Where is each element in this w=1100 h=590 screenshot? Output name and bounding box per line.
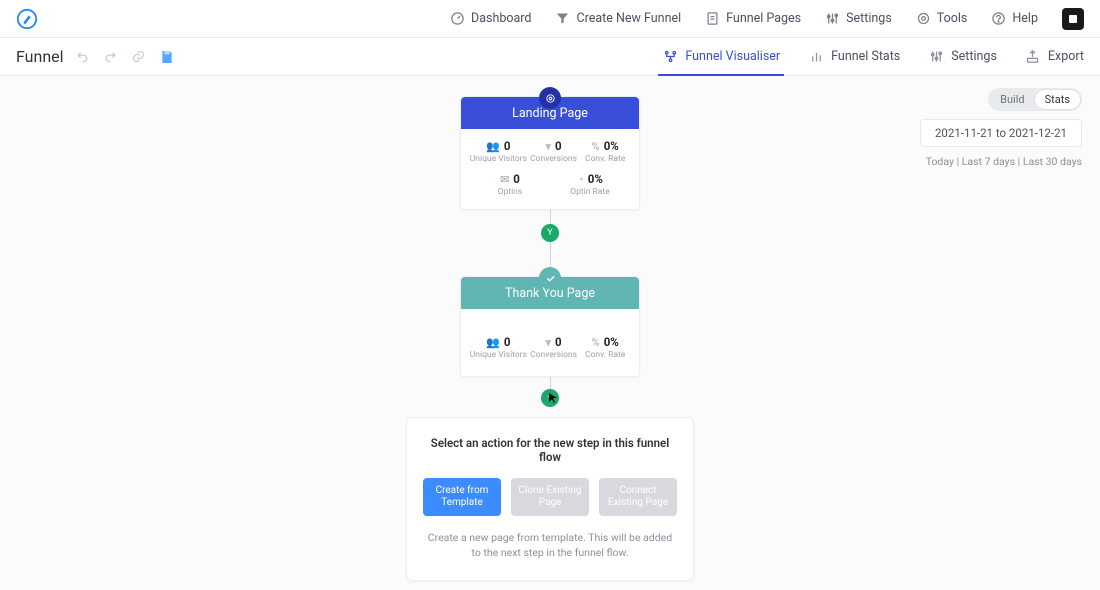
clone-existing-page-button[interactable]: Clone Existing Page [511, 478, 589, 516]
funnel-flow: Landing Page 👥0 Unique Visitors ▾0 Conve… [410, 88, 690, 581]
nav-label: Funnel Pages [726, 11, 801, 26]
stat-conv-rate: %0% Conv. Rate [580, 335, 630, 360]
stat-conv-rate: %0% Conv. Rate [580, 139, 630, 164]
users-icon: 👥 [486, 140, 500, 153]
connector-line [550, 210, 551, 224]
step-thank-you-page[interactable]: Thank You Page 👥0 Unique Visitors ▾0 Con… [460, 276, 640, 377]
canvas: Build Stats 2021-11-21 to 2021-12-21 Tod… [0, 76, 1100, 590]
step-body: 👥0 Unique Visitors ▾0 Conversions %0% Co… [461, 309, 639, 376]
stat-unique-visitors: 👥0 Unique Visitors [470, 139, 527, 164]
quick-today[interactable]: Today [926, 155, 954, 168]
nav-label: Create New Funnel [576, 11, 681, 26]
page-title: Funnel [16, 47, 64, 66]
link-icon[interactable] [130, 48, 148, 66]
toggle-stats[interactable]: Stats [1035, 90, 1080, 109]
new-step-action-panel: Select an action for the new step in thi… [406, 417, 694, 581]
tab-label: Funnel Stats [831, 49, 900, 64]
pages-icon [705, 11, 720, 26]
help-icon [991, 11, 1006, 26]
top-navigation: Dashboard Create New Funnel Funnel Pages… [450, 8, 1084, 30]
target-icon [916, 11, 931, 26]
tab-label: Settings [951, 49, 997, 64]
tab-settings[interactable]: Settings [928, 38, 997, 76]
flow-icon [662, 49, 678, 65]
date-range-picker[interactable]: 2021-11-21 to 2021-12-21 [920, 119, 1082, 147]
right-panel: Build Stats 2021-11-21 to 2021-12-21 Tod… [920, 88, 1082, 168]
action-buttons: Create from Template Clone Existing Page… [423, 478, 677, 516]
funnel-icon [555, 11, 570, 26]
cursor-icon [549, 393, 559, 403]
bars-icon [808, 49, 824, 65]
connector-line [550, 242, 551, 268]
nav-label: Tools [937, 11, 968, 26]
export-icon [1025, 49, 1041, 65]
quick-last7[interactable]: Last 7 days [962, 155, 1015, 168]
nav-label: Settings [846, 11, 892, 26]
nav-tools[interactable]: Tools [916, 11, 968, 26]
topbar: Dashboard Create New Funnel Funnel Pages… [0, 0, 1100, 38]
nav-settings[interactable]: Settings [825, 11, 892, 26]
percent-icon: % [592, 140, 600, 153]
stat-conversions: ▾0 Conversions [529, 139, 579, 164]
redo-icon[interactable] [102, 48, 120, 66]
subbar-left: Funnel [16, 47, 176, 66]
connector-line [550, 377, 551, 389]
stat-optin-rate: ◔0% Optin Rate [565, 172, 615, 197]
action-title: Select an action for the new step in thi… [423, 436, 677, 464]
thankyou-badge-icon [539, 267, 561, 289]
subbar-right: Funnel Visualiser Funnel Stats Settings … [662, 38, 1084, 76]
tab-label: Funnel Visualiser [685, 49, 780, 64]
tab-funnel-visualiser[interactable]: Funnel Visualiser [662, 38, 780, 76]
nav-create-funnel[interactable]: Create New Funnel [555, 11, 681, 26]
save-icon[interactable] [158, 48, 176, 66]
action-description: Create a new page from template. This wi… [423, 530, 677, 560]
gauge-icon [450, 11, 465, 26]
nav-dashboard[interactable]: Dashboard [450, 11, 531, 26]
brand-logo[interactable] [16, 8, 38, 30]
clock-icon: ◔ [577, 173, 584, 186]
connect-existing-page-button[interactable]: Connect Existing Page [599, 478, 677, 516]
nav-help[interactable]: Help [991, 11, 1038, 26]
user-avatar[interactable] [1062, 8, 1084, 30]
branch-node-yes[interactable]: Y [541, 224, 559, 242]
filter-icon: ▾ [545, 140, 551, 153]
filter-icon: ▾ [545, 336, 551, 349]
date-quick-links: Today | Last 7 days | Last 30 days [926, 155, 1082, 168]
stat-optins: ✉0 Optins [485, 172, 535, 197]
mode-toggle: Build Stats [988, 88, 1082, 111]
rocket-icon [16, 8, 38, 30]
sliders-icon [928, 49, 944, 65]
percent-icon: % [592, 336, 600, 349]
mail-icon: ✉ [500, 173, 509, 186]
user-icon [1067, 13, 1079, 25]
tab-export[interactable]: Export [1025, 38, 1084, 76]
step-landing-page[interactable]: Landing Page 👥0 Unique Visitors ▾0 Conve… [460, 96, 640, 210]
stat-conversions: ▾0 Conversions [529, 335, 579, 360]
tab-label: Export [1048, 49, 1084, 64]
nav-label: Dashboard [471, 11, 531, 26]
step-body: 👥0 Unique Visitors ▾0 Conversions %0% Co… [461, 129, 639, 209]
stat-unique-visitors: 👥0 Unique Visitors [470, 335, 527, 360]
quick-last30[interactable]: Last 30 days [1023, 155, 1082, 168]
nav-label: Help [1012, 11, 1038, 26]
nav-funnel-pages[interactable]: Funnel Pages [705, 11, 801, 26]
users-icon: 👥 [486, 336, 500, 349]
tab-funnel-stats[interactable]: Funnel Stats [808, 38, 900, 76]
landing-badge-icon [539, 87, 561, 109]
toggle-build[interactable]: Build [990, 90, 1034, 109]
create-from-template-button[interactable]: Create from Template [423, 478, 501, 516]
sliders-icon [825, 11, 840, 26]
undo-icon[interactable] [74, 48, 92, 66]
subbar: Funnel Funnel Visualiser Funnel Stats [0, 38, 1100, 76]
